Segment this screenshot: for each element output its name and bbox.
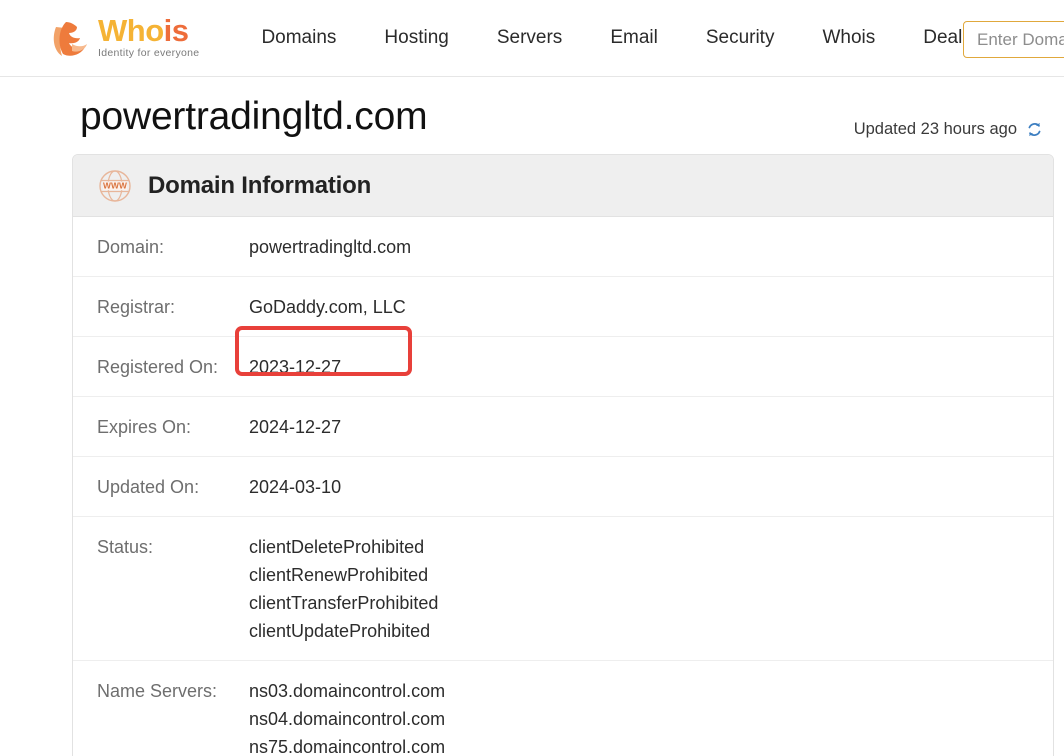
- table-row: Status: clientDeleteProhibited clientRen…: [73, 517, 1053, 661]
- row-value-domain: powertradingltd.com: [249, 217, 1053, 277]
- row-label-status: Status:: [97, 537, 154, 557]
- nav-item-servers[interactable]: Servers: [473, 21, 586, 55]
- nav-link-whois[interactable]: Whois: [798, 21, 899, 55]
- nav-item-security[interactable]: Security: [682, 21, 799, 55]
- page-title: powertradingltd.com: [80, 95, 428, 138]
- card-header: WWW Domain Information: [73, 155, 1053, 217]
- nav-item-domains[interactable]: Domains: [237, 21, 360, 55]
- row-label-registered-on: Registered On:: [97, 357, 219, 377]
- site-logo[interactable]: Whois Identity for everyone: [50, 12, 200, 61]
- nav-item-email[interactable]: Email: [586, 21, 682, 55]
- top-navigation-bar: Whois Identity for everyone Domains Host…: [0, 0, 1064, 77]
- value-line: powertradingltd.com: [249, 237, 412, 257]
- last-updated-block: Updated 23 hours ago: [854, 120, 1044, 139]
- value-line: GoDaddy.com, LLC: [249, 297, 406, 317]
- value-line: clientUpdateProhibited: [249, 621, 431, 641]
- domain-search-container: [963, 21, 1064, 58]
- row-value-name-servers: ns03.domaincontrol.com ns04.domaincontro…: [249, 661, 1053, 756]
- table-row: Domain: powertradingltd.com: [73, 217, 1053, 277]
- table-row: Registered On: 2023-12-27: [73, 337, 1053, 397]
- table-row: Name Servers: ns03.domaincontrol.com ns0…: [73, 661, 1053, 756]
- last-updated-text: Updated 23 hours ago: [853, 120, 1017, 138]
- main-nav-list: Domains Hosting Servers Email Security W…: [237, 21, 995, 55]
- brand-word-part1: Who: [98, 12, 164, 48]
- brand-text-block: Whois Identity for everyone: [98, 12, 200, 59]
- value-line: clientTransferProhibited: [249, 593, 439, 613]
- table-row: Updated On: 2024-03-10: [73, 457, 1053, 517]
- svg-text:WWW: WWW: [103, 180, 127, 190]
- row-label-name-servers: Name Servers:: [97, 681, 218, 701]
- nav-link-security[interactable]: Security: [682, 21, 799, 55]
- domain-information-table: Domain: powertradingltd.com Registrar: G…: [73, 217, 1053, 756]
- card-title: Domain Information: [148, 171, 372, 199]
- www-globe-icon: WWW: [97, 168, 133, 204]
- value-line: ns04.domaincontrol.com: [249, 709, 446, 729]
- row-label-domain: Domain:: [97, 237, 165, 257]
- brand-tagline: Identity for everyone: [98, 46, 200, 59]
- refresh-icon[interactable]: [1025, 120, 1044, 139]
- row-label-registrar: Registrar:: [97, 297, 176, 317]
- nav-link-email[interactable]: Email: [586, 21, 682, 55]
- nav-item-hosting[interactable]: Hosting: [360, 21, 472, 55]
- value-line: 2023-12-27: [249, 357, 342, 377]
- table-row: Expires On: 2024-12-27: [73, 397, 1053, 457]
- brand-word-part2: is: [163, 12, 189, 48]
- value-line: ns03.domaincontrol.com: [249, 681, 446, 701]
- nav-link-hosting[interactable]: Hosting: [360, 21, 472, 55]
- row-label-updated-on: Updated On:: [97, 477, 200, 497]
- nav-link-servers[interactable]: Servers: [473, 21, 586, 55]
- row-label-expires-on: Expires On:: [97, 417, 192, 437]
- value-line: 2024-03-10: [249, 477, 342, 497]
- whois-hand-logo-icon: [50, 17, 96, 61]
- brand-wordmark: Whois: [98, 12, 199, 48]
- row-value-status: clientDeleteProhibited clientRenewProhib…: [249, 517, 1053, 661]
- page-header: powertradingltd.com Updated 23 hours ago: [0, 77, 1064, 154]
- value-line: ns75.domaincontrol.com: [249, 737, 446, 756]
- nav-item-whois[interactable]: Whois: [798, 21, 899, 55]
- nav-link-domains[interactable]: Domains: [237, 21, 360, 55]
- row-value-registrar: GoDaddy.com, LLC: [249, 277, 1053, 337]
- value-line: clientDeleteProhibited: [249, 537, 425, 557]
- row-value-updated-on: 2024-03-10: [249, 457, 1053, 517]
- table-row: Registrar: GoDaddy.com, LLC: [73, 277, 1053, 337]
- row-value-expires-on: 2024-12-27: [249, 397, 1053, 457]
- value-line: 2024-12-27: [249, 417, 342, 437]
- value-line: clientRenewProhibited: [249, 565, 429, 585]
- row-value-registered-on: 2023-12-27: [249, 337, 1053, 397]
- domain-information-card: WWW Domain Information Domain: powertrad…: [72, 154, 1054, 756]
- search-input[interactable]: [963, 21, 1064, 58]
